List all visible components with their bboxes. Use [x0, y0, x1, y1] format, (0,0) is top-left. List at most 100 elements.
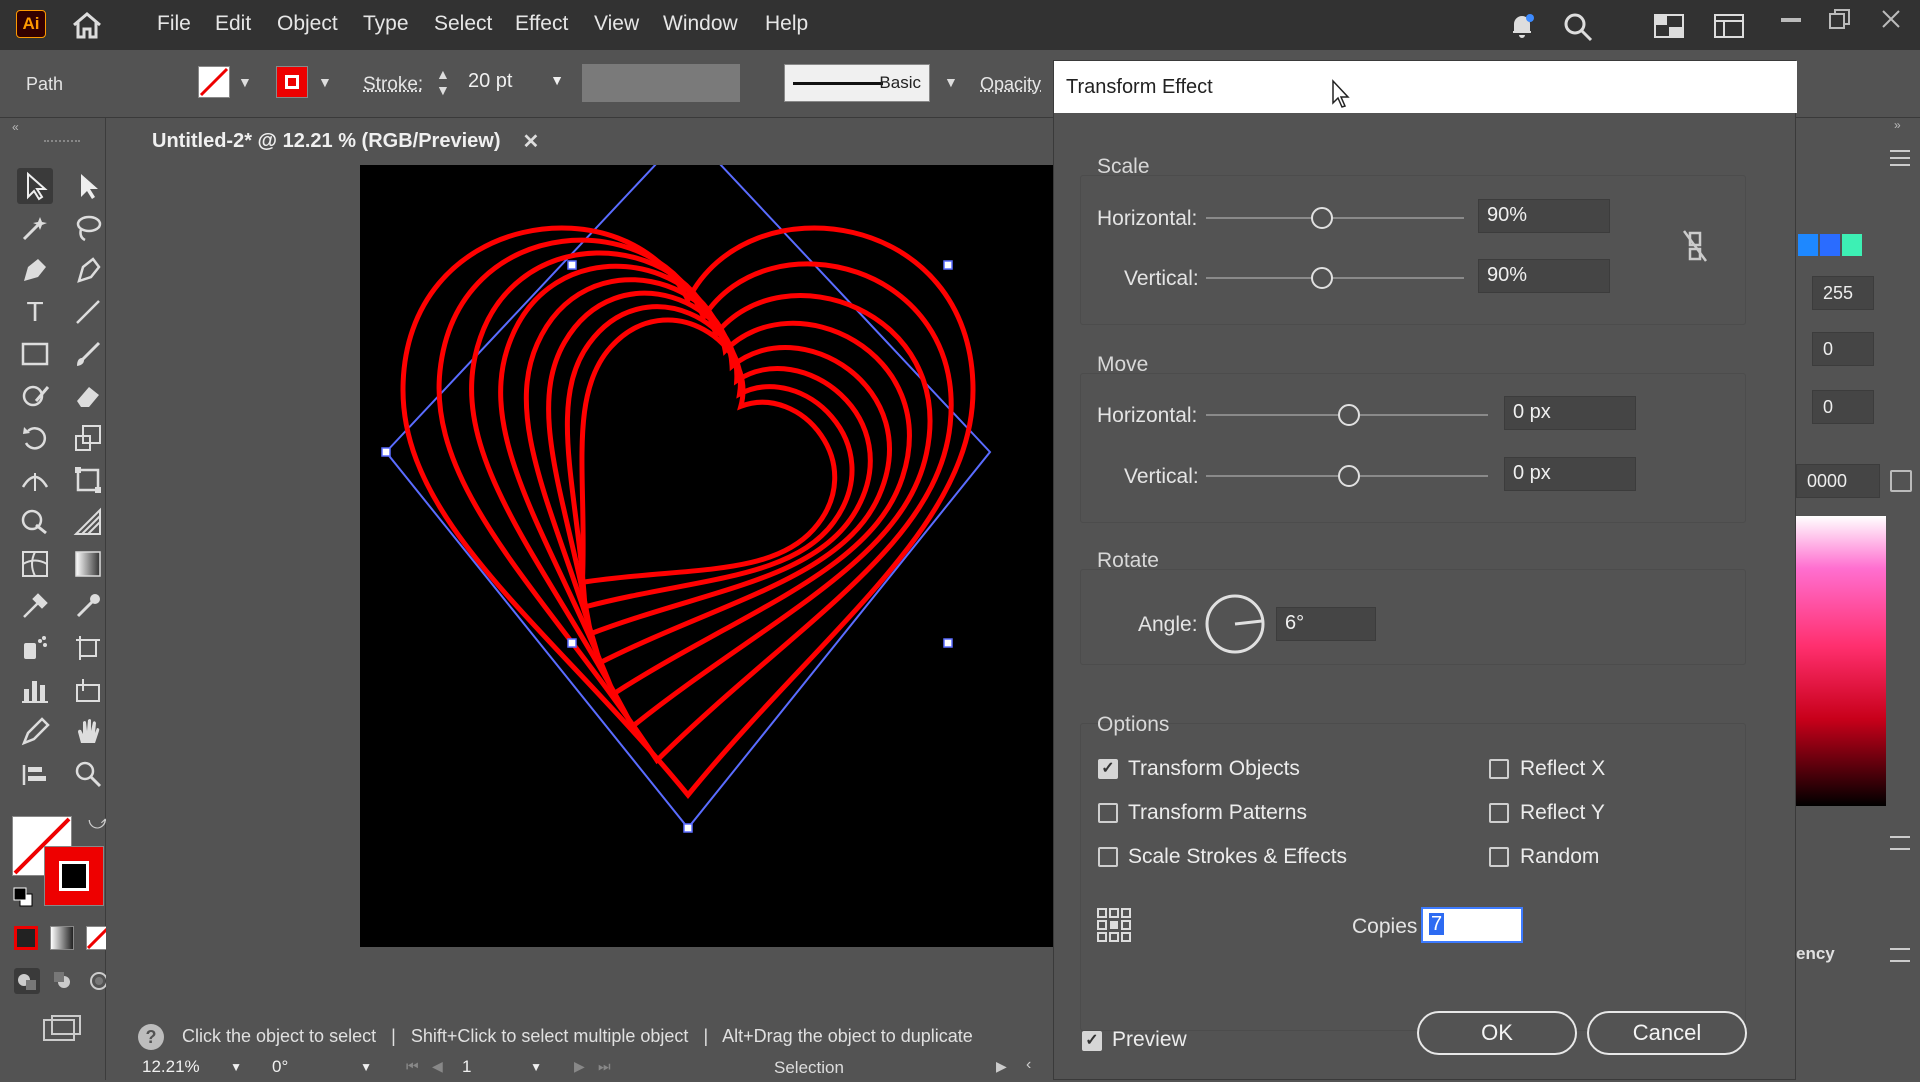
preview-checkbox[interactable] — [1082, 1031, 1102, 1051]
close-icon[interactable]: ✕ — [523, 129, 540, 154]
scale-strokes-checkbox[interactable] — [1098, 847, 1118, 867]
menu-type[interactable]: Type — [363, 12, 409, 36]
panel-menu-icon[interactable] — [1890, 948, 1910, 962]
menu-window[interactable]: Window — [663, 12, 738, 36]
cancel-button[interactable]: Cancel — [1587, 1011, 1747, 1055]
hand-tool-icon[interactable] — [70, 714, 106, 750]
scale-horizontal-field[interactable]: 90% — [1478, 199, 1610, 233]
eraser-tool-icon[interactable] — [70, 378, 106, 414]
first-artboard-icon[interactable]: ⏮ — [406, 1058, 419, 1075]
blend-tool-icon[interactable] — [17, 588, 53, 624]
chevron-down-icon[interactable]: ▼ — [530, 1060, 542, 1074]
transform-objects-checkbox[interactable] — [1098, 759, 1118, 779]
draw-normal-icon[interactable] — [14, 968, 40, 994]
search-icon[interactable] — [1563, 12, 1593, 42]
color-spectrum[interactable] — [1796, 516, 1886, 806]
fill-swatch[interactable] — [198, 66, 230, 98]
rectangle-tool-icon[interactable] — [17, 336, 53, 372]
menu-help[interactable]: Help — [765, 12, 808, 36]
move-horizontal-field[interactable]: 0 px — [1504, 396, 1636, 430]
heart-artwork[interactable] — [360, 128, 1060, 947]
stroke-label[interactable]: Stroke: — [363, 74, 423, 96]
close-icon[interactable] — [1880, 8, 1902, 30]
mesh-tool-icon[interactable] — [17, 546, 53, 582]
menu-view[interactable]: View — [594, 12, 639, 36]
opacity-label[interactable]: Opacity — [980, 74, 1041, 95]
chevron-down-icon[interactable]: ▼ — [238, 74, 252, 90]
shaper-tool-icon[interactable] — [17, 378, 53, 414]
panel-grip[interactable] — [44, 140, 80, 144]
menu-edit[interactable]: Edit — [215, 12, 251, 36]
bell-icon[interactable] — [1508, 12, 1536, 40]
copy-icon[interactable] — [1890, 470, 1912, 492]
transform-patterns-label[interactable]: Transform Patterns — [1128, 801, 1307, 825]
next-artboard-icon[interactable]: ▶ — [574, 1058, 585, 1075]
help-icon[interactable]: ? — [138, 1024, 164, 1050]
reflect-y-checkbox[interactable] — [1489, 803, 1509, 823]
move-horizontal-thumb[interactable] — [1338, 404, 1360, 426]
chevron-down-icon[interactable]: ▼ — [360, 1060, 372, 1074]
angle-dial-icon[interactable] — [1204, 593, 1266, 655]
rotation-field[interactable]: 0° ▼ — [266, 1054, 376, 1082]
rotate-tool-icon[interactable] — [17, 420, 53, 456]
ok-button[interactable]: OK — [1417, 1011, 1577, 1055]
shape-builder-tool-icon[interactable] — [17, 504, 53, 540]
last-artboard-icon[interactable]: ⏭ — [598, 1058, 611, 1075]
blue-value-field[interactable]: 0 — [1812, 390, 1874, 424]
document-tab[interactable]: Untitled-2* @ 12.21 % (RGB/Preview) ✕ — [136, 118, 556, 164]
menu-select[interactable]: Select — [434, 12, 492, 36]
stroke-weight-field[interactable]: 20 pt ▼ — [460, 66, 570, 100]
reference-point-icon[interactable] — [1096, 907, 1132, 943]
width-tool-icon[interactable] — [17, 462, 53, 498]
pen-tool-icon[interactable] — [17, 252, 53, 288]
stroke-swatch[interactable] — [276, 66, 308, 98]
type-tool-icon[interactable]: T — [17, 294, 53, 330]
panel-menu-icon[interactable] — [1890, 836, 1910, 850]
lasso-tool-icon[interactable] — [70, 210, 106, 246]
change-screen-mode-icon[interactable] — [42, 1014, 82, 1044]
scroll-left-icon[interactable]: ‹ — [1026, 1056, 1031, 1074]
rotate-angle-field[interactable]: 6° — [1276, 607, 1376, 641]
stroke-color-swatch[interactable] — [44, 846, 104, 906]
menu-object[interactable]: Object — [277, 12, 338, 36]
reflect-x-checkbox[interactable] — [1489, 759, 1509, 779]
gradient-mode-icon[interactable] — [50, 926, 74, 950]
perspective-grid-tool-icon[interactable] — [70, 504, 106, 540]
arrange-documents-icon[interactable] — [1714, 14, 1744, 38]
swatch-green[interactable] — [1842, 234, 1862, 256]
move-vertical-field[interactable]: 0 px — [1504, 457, 1636, 491]
zoom-field[interactable]: 12.21% ▼ — [136, 1054, 246, 1082]
selection-tool-icon[interactable] — [17, 168, 53, 204]
scale-horizontal-thumb[interactable] — [1311, 207, 1333, 229]
artboard[interactable] — [360, 128, 1060, 947]
home-icon[interactable] — [70, 10, 104, 40]
dialog-title-bar[interactable]: Transform Effect — [1054, 61, 1797, 113]
scale-strokes-label[interactable]: Scale Strokes & Effects — [1128, 845, 1347, 869]
eyedropper-tool-icon[interactable] — [70, 588, 106, 624]
chevron-down-icon[interactable]: ▼ — [550, 72, 564, 88]
direct-selection-tool-icon[interactable] — [70, 168, 106, 204]
transform-objects-label[interactable]: Transform Objects — [1128, 757, 1300, 781]
red-value-field[interactable]: 255 — [1812, 276, 1874, 310]
brush-definition[interactable]: Basic — [784, 64, 930, 102]
unlink-proportions-icon[interactable] — [1680, 229, 1710, 263]
menu-effect[interactable]: Effect — [515, 12, 568, 36]
free-transform-tool-icon[interactable] — [70, 462, 106, 498]
workspace-icon[interactable] — [1654, 14, 1684, 38]
expand-panels-icon[interactable]: » — [1894, 118, 1901, 132]
chevron-down-icon[interactable]: ▼ — [944, 74, 958, 90]
draw-behind-icon[interactable] — [50, 968, 76, 994]
paintbrush-tool-icon[interactable] — [70, 336, 106, 372]
slice-tool-icon[interactable] — [70, 672, 106, 708]
curvature-tool-icon[interactable] — [70, 252, 106, 288]
default-fill-stroke-icon[interactable] — [12, 886, 34, 908]
artboard-number-field[interactable]: 1 ▼ — [456, 1054, 546, 1082]
variable-width-profile[interactable] — [582, 64, 740, 102]
scale-horizontal-slider[interactable] — [1206, 217, 1464, 219]
gradient-tool-icon[interactable] — [70, 546, 106, 582]
magic-wand-tool-icon[interactable] — [17, 210, 53, 246]
scale-vertical-slider[interactable] — [1206, 277, 1464, 279]
artboard-tool-icon[interactable] — [70, 630, 106, 666]
pencil-tool-icon[interactable] — [17, 714, 53, 750]
random-checkbox[interactable] — [1489, 847, 1509, 867]
